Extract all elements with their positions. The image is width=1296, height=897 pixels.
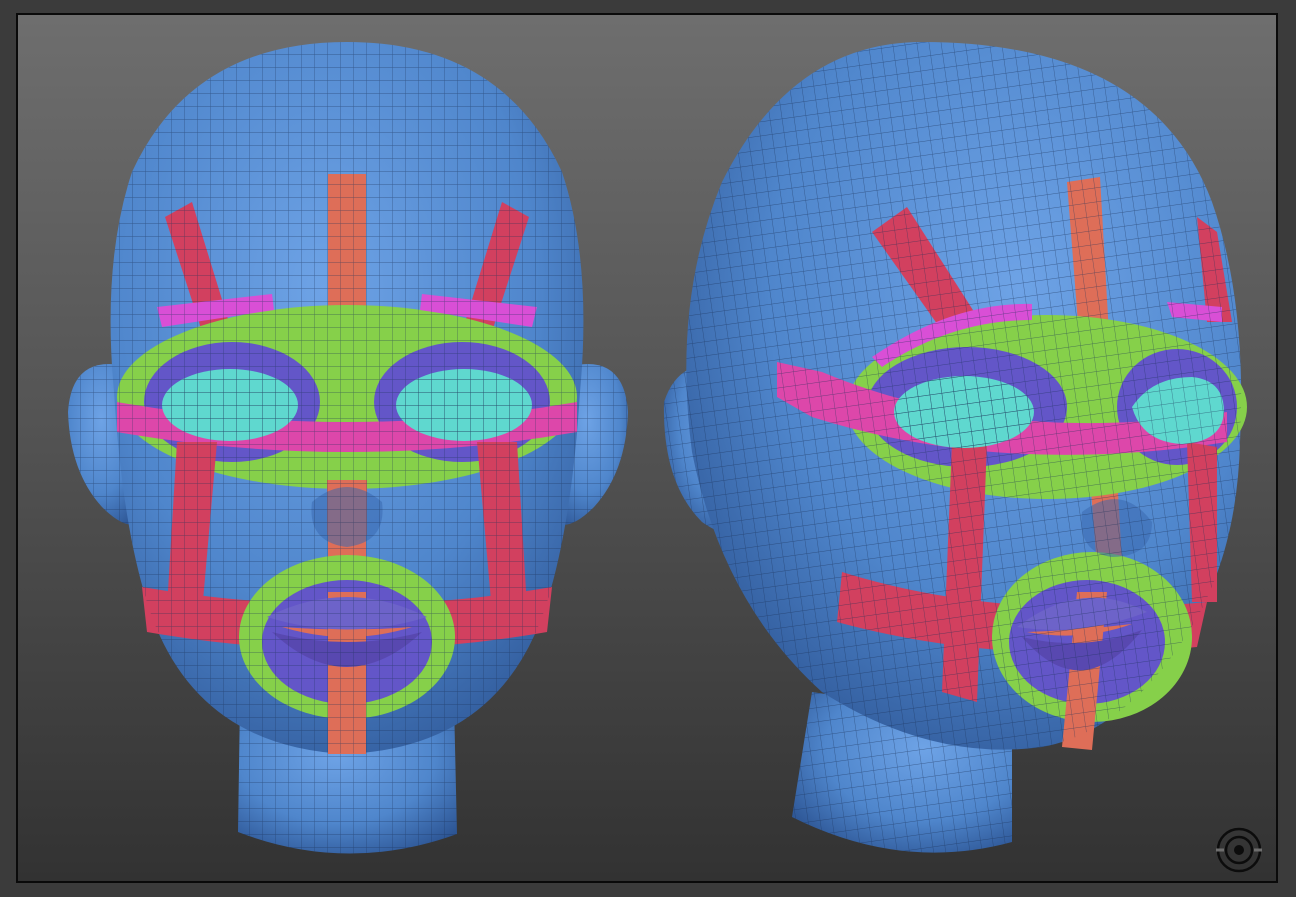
- viewport-frame: [16, 13, 1278, 883]
- target-logo-icon: [1216, 827, 1262, 873]
- front-view: [68, 42, 628, 854]
- render-scene: [68, 42, 1247, 854]
- three-quarter-view: [663, 42, 1247, 853]
